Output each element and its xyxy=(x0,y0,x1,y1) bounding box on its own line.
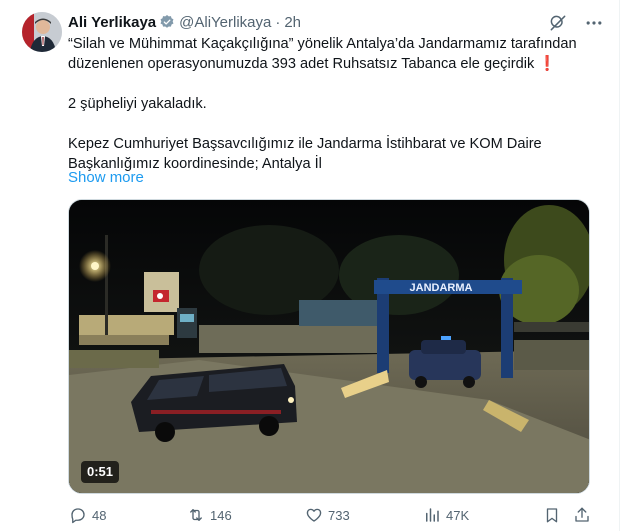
verified-badge-icon xyxy=(159,14,175,30)
repost-icon xyxy=(186,505,206,525)
heart-icon xyxy=(304,505,324,525)
video-frame: JANDARMA xyxy=(69,200,589,493)
show-more-link[interactable]: Show more xyxy=(68,168,144,188)
like-button[interactable]: 733 xyxy=(304,503,350,527)
repost-button[interactable]: 146 xyxy=(186,503,232,527)
tweet-paragraph-3: Kepez Cumhuriyet Başsavcılığımız ile Jan… xyxy=(68,136,542,172)
video-player[interactable]: JANDARMA 0:51 xyxy=(68,199,590,494)
reply-count: 48 xyxy=(92,507,107,523)
gate-sign: JANDARMA xyxy=(410,282,473,294)
tweet-card[interactable]: Ali Yerlikaya @AliYerlikaya · 2h “Silah … xyxy=(0,0,620,531)
video-duration: 0:51 xyxy=(81,461,120,483)
engagement-bar: 48 146 733 47K xyxy=(68,503,598,527)
views-count: 47K xyxy=(446,507,470,523)
author-name[interactable]: Ali Yerlikaya xyxy=(68,14,156,31)
reply-button[interactable]: 48 xyxy=(68,503,106,527)
share-icon xyxy=(572,505,592,525)
like-count: 733 xyxy=(328,507,350,523)
bookmark-button[interactable] xyxy=(542,503,566,527)
repost-count: 146 xyxy=(210,507,232,523)
bookmark-icon xyxy=(542,505,562,525)
separator-dot: · xyxy=(275,13,281,31)
tweet-header: Ali Yerlikaya @AliYerlikaya · 2h xyxy=(68,12,301,32)
timestamp[interactable]: 2h xyxy=(284,14,301,31)
tweet-top-actions xyxy=(547,12,605,34)
tweet-paragraph-2: 2 şüpheliyi yakaladık. xyxy=(68,96,207,112)
grok-icon[interactable] xyxy=(547,12,569,34)
avatar[interactable] xyxy=(22,12,62,52)
author-handle[interactable]: @AliYerlikaya xyxy=(179,14,271,31)
more-options-icon[interactable] xyxy=(583,12,605,34)
tweet-text: “Silah ve Mühimmat Kaçakçılığına” yöneli… xyxy=(68,34,598,174)
reply-icon xyxy=(68,505,88,525)
views-button[interactable]: 47K xyxy=(422,503,469,527)
tweet-paragraph-1: “Silah ve Mühimmat Kaçakçılığına” yöneli… xyxy=(68,36,577,72)
share-button[interactable] xyxy=(572,503,596,527)
views-chart-icon xyxy=(422,505,442,525)
